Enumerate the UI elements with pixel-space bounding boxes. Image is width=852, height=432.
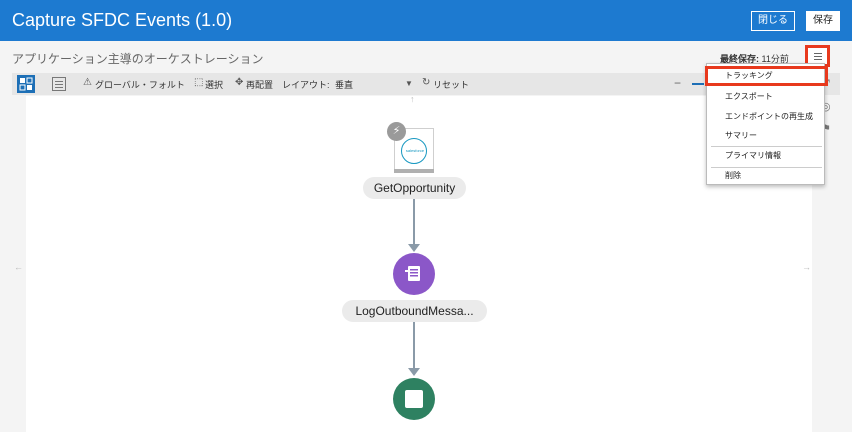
salesforce-logo: salesforce bbox=[401, 138, 427, 164]
header-bar: Capture SFDC Events (1.0) 閉じる 保存 bbox=[0, 0, 852, 41]
global-fault-button[interactable]: グローバル・フォルト bbox=[95, 78, 185, 91]
connector-arrow-icon bbox=[408, 368, 420, 376]
stop-icon bbox=[405, 390, 423, 408]
scroll-left-arrow-icon[interactable]: ← bbox=[14, 262, 23, 272]
actions-dropdown-menu: トラッキング エクスポート エンドポイントの再生成 サマリー プライマリ情報 削… bbox=[705, 63, 828, 186]
zoom-slider[interactable] bbox=[692, 83, 704, 85]
scroll-up-arrow-icon[interactable]: ↑ bbox=[410, 94, 415, 104]
zoom-out-icon[interactable]: − bbox=[674, 76, 681, 90]
menu-item-summary[interactable]: サマリー bbox=[707, 126, 824, 146]
connector-arrow-icon bbox=[408, 244, 420, 252]
close-button[interactable]: 閉じる bbox=[751, 11, 795, 31]
integration-title: Capture SFDC Events (1.0) bbox=[12, 10, 233, 30]
log-action-label[interactable]: LogOutboundMessa... bbox=[342, 300, 487, 322]
chevron-down-icon[interactable]: ▼ bbox=[405, 79, 413, 88]
reset-button[interactable]: リセット bbox=[433, 78, 469, 91]
log-icon bbox=[405, 266, 420, 281]
end-node[interactable] bbox=[393, 378, 435, 420]
menu-icon-line-1 bbox=[814, 53, 822, 54]
menu-item-primary-info[interactable]: プライマリ情報 bbox=[707, 146, 824, 166]
save-button[interactable]: 保存 bbox=[806, 11, 840, 31]
menu-item-tracking[interactable]: トラッキング bbox=[705, 66, 828, 86]
log-action-node[interactable] bbox=[393, 253, 435, 295]
pseudo-view-icon[interactable] bbox=[52, 77, 66, 91]
canvas-view-icon[interactable] bbox=[17, 75, 35, 93]
layout-label: レイアウト: bbox=[282, 80, 330, 90]
scroll-right-arrow-icon[interactable]: → bbox=[802, 262, 811, 272]
menu-item-export[interactable]: エクスポート bbox=[707, 87, 824, 107]
connector-line bbox=[413, 322, 415, 370]
menu-item-regenerate-endpoints[interactable]: エンドポイントの再生成 bbox=[707, 107, 824, 127]
page-subtitle: アプリケーション主導のオーケストレーション bbox=[12, 52, 264, 66]
puzzle-icon bbox=[19, 77, 33, 91]
reset-icon: ↻ bbox=[422, 77, 431, 88]
lightning-icon: ⚡ bbox=[387, 122, 406, 141]
layout-select[interactable]: 垂直 bbox=[335, 78, 353, 91]
connector-line bbox=[413, 199, 415, 245]
menu-icon-line-2 bbox=[814, 56, 822, 57]
trigger-node-label[interactable]: GetOpportunity bbox=[363, 177, 466, 199]
rearrange-button[interactable]: 再配置 bbox=[246, 78, 273, 91]
select-icon: ⬚ bbox=[194, 77, 204, 88]
select-button[interactable]: 選択 bbox=[205, 78, 223, 91]
warning-icon: ⚠ bbox=[83, 77, 92, 88]
menu-item-delete[interactable]: 削除 bbox=[707, 166, 824, 186]
menu-icon-line-3 bbox=[814, 59, 822, 60]
move-icon: ✥ bbox=[235, 77, 244, 88]
salesforce-logo-text: salesforce bbox=[405, 148, 425, 153]
